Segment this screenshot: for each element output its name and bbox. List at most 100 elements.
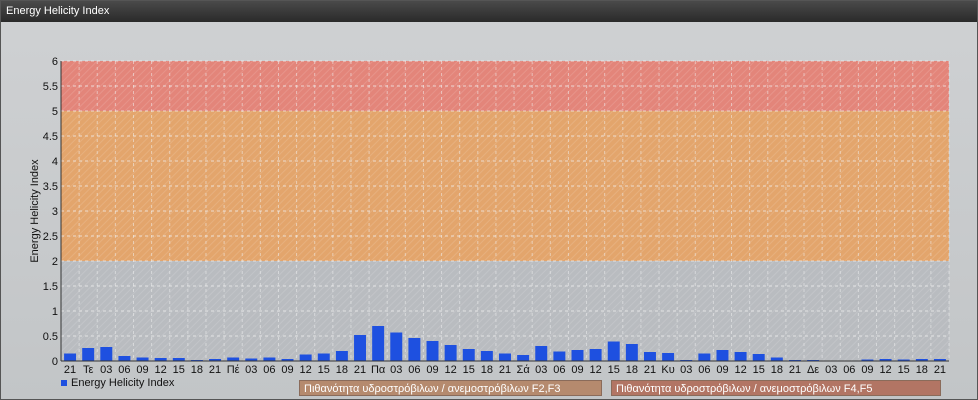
bar [82, 348, 95, 361]
bar [662, 353, 675, 361]
legend-band-f2-f3: Πιθανότητα υδροστρόβιλων / ανεμοστρόβιλω… [299, 380, 602, 396]
x-tick-label: 15 [608, 364, 620, 376]
bar [317, 353, 330, 361]
bar [390, 332, 403, 361]
x-tick-label: 06 [553, 364, 565, 376]
x-tick-label: 06 [118, 364, 130, 376]
x-tick-label: 18 [481, 364, 493, 376]
chart-window: Energy Helicity Index 0 0.5 1 1.5 2 2.5 3 3.5 4 4… [0, 0, 978, 400]
x-tick-label: 21 [64, 364, 76, 376]
x-tick-label: 03 [100, 364, 112, 376]
y-tick-label: 0.5 [43, 331, 58, 343]
y-tick-label: 3 [52, 206, 58, 218]
x-tick-label: 21 [934, 364, 946, 376]
bar [734, 352, 747, 361]
bar [227, 357, 240, 361]
x-tick-label: 09 [281, 364, 293, 376]
x-tick-label: Σά [517, 364, 531, 376]
series-legend-swatch [61, 380, 67, 387]
y-tick-label: 4 [52, 156, 58, 168]
bar [354, 335, 367, 361]
x-tick-label: 12 [445, 364, 457, 376]
chart-plot: 0 0.5 1 1.5 2 2.5 3 3.5 4 4.5 5 5.5 6 21 Τε 03 06 09 12 15… [29, 56, 950, 376]
x-tick-label: 09 [426, 364, 438, 376]
bar [462, 349, 475, 361]
x-tick-label: 12 [734, 364, 746, 376]
x-tick-label: 09 [861, 364, 873, 376]
bar [408, 338, 421, 361]
x-tick-label: Πέ [227, 364, 240, 376]
x-tick-label: 12 [155, 364, 167, 376]
bar [770, 357, 783, 361]
y-tick-label: 2.5 [43, 231, 58, 243]
y-tick-label: 1.5 [43, 281, 58, 293]
x-tick-label: 03 [390, 364, 402, 376]
x-tick-label: 18 [191, 364, 203, 376]
legend-band-f4-f5: Πιθανότητα υδροστρόβιλων / ανεμοστρόβιλω… [611, 380, 941, 396]
bar [716, 350, 729, 361]
bar [335, 351, 348, 361]
bar [136, 357, 149, 361]
bar [535, 346, 548, 361]
x-tick-label: 21 [209, 364, 221, 376]
y-tick-label: 3.5 [43, 181, 58, 193]
x-tick-label: 03 [535, 364, 547, 376]
x-tick-label: 21 [789, 364, 801, 376]
bar [698, 353, 711, 361]
y-axis-label: Energy Helicity Index [29, 159, 41, 263]
x-tick-label: Πα [371, 364, 386, 376]
y-tick-label: 5.5 [43, 81, 58, 93]
bar [553, 351, 566, 361]
x-tick-label: Δε [807, 364, 819, 376]
x-tick-label: 03 [245, 364, 257, 376]
x-tick-label: 09 [136, 364, 148, 376]
x-tick-label: 06 [843, 364, 855, 376]
bar [64, 353, 77, 361]
x-tick-label: Κυ [661, 364, 674, 376]
x-tick-label: 15 [463, 364, 475, 376]
bar [299, 354, 312, 361]
y-tick-label: 6 [52, 56, 58, 68]
series-legend-label: Energy Helicity Index [71, 377, 175, 389]
x-tick-label: 18 [916, 364, 928, 376]
x-tick-label: 15 [898, 364, 910, 376]
x-tick-label: 12 [300, 364, 312, 376]
bar [444, 345, 457, 361]
x-tick-label: 21 [499, 364, 511, 376]
bar [480, 351, 493, 361]
x-tick-label: 21 [644, 364, 656, 376]
x-tick-label: 18 [336, 364, 348, 376]
y-tick-label: 0 [52, 356, 58, 368]
x-tick-label: 18 [626, 364, 638, 376]
bar [589, 349, 602, 361]
bar [643, 352, 656, 361]
bar [118, 356, 131, 361]
x-tick-label: 21 [354, 364, 366, 376]
bar [752, 354, 765, 361]
series-legend: Energy Helicity Index [61, 377, 174, 389]
x-tick-label: 15 [318, 364, 330, 376]
x-tick-label: 06 [698, 364, 710, 376]
y-tick-label: 4.5 [43, 131, 58, 143]
bar [100, 347, 113, 361]
bar [607, 341, 620, 361]
bar [372, 326, 385, 361]
x-tick-label: 18 [771, 364, 783, 376]
x-tick-label: 03 [825, 364, 837, 376]
bar [517, 355, 530, 361]
x-tick-label: Τε [83, 364, 94, 376]
x-tick-label: 15 [753, 364, 765, 376]
y-tick-label: 5 [52, 106, 58, 118]
x-tick-label: 06 [408, 364, 420, 376]
bar [426, 341, 439, 361]
x-tick-label: 12 [589, 364, 601, 376]
bar [499, 353, 511, 361]
bar [263, 357, 276, 361]
x-tick-label: 12 [879, 364, 891, 376]
bar [625, 344, 638, 361]
x-tick-label: 06 [263, 364, 275, 376]
y-tick-label: 2 [52, 256, 58, 268]
x-tick-label: 09 [571, 364, 583, 376]
bar [571, 350, 584, 361]
x-tick-label: 15 [173, 364, 185, 376]
